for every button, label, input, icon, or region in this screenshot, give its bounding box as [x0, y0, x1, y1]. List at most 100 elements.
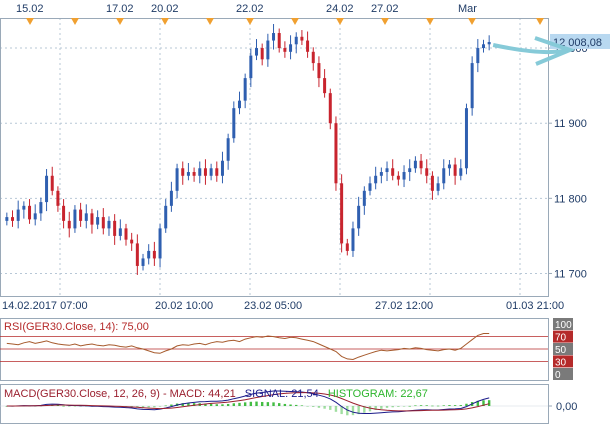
- candle-body: [402, 172, 406, 180]
- macd-histogram-bar: [385, 406, 389, 408]
- macd-histogram-bar: [380, 406, 383, 409]
- candle-body: [266, 40, 270, 60]
- candle-body: [272, 33, 276, 41]
- candle-body: [374, 175, 378, 184]
- candle-body: [62, 205, 66, 221]
- macd-histogram-bar: [249, 401, 253, 406]
- candle-body: [90, 213, 94, 225]
- macd-histogram-bar: [255, 401, 258, 406]
- candle-body: [186, 172, 190, 176]
- candle-body: [101, 217, 105, 229]
- candle-body: [164, 205, 168, 229]
- candle-body: [311, 51, 315, 64]
- macd-title-macd: MACD: 44,21: [170, 388, 236, 400]
- candle-body: [158, 228, 162, 259]
- top-date-label: Mar: [458, 3, 477, 15]
- price-tick-label: 11 800: [554, 193, 587, 205]
- macd-histogram-bar: [238, 402, 241, 406]
- candle-body: [413, 160, 417, 169]
- macd-histogram-bar: [312, 406, 315, 407]
- candle-body: [107, 220, 111, 229]
- macd-histogram-bar: [153, 406, 156, 408]
- candle-body: [220, 160, 224, 176]
- macd-title-histogram: HISTOGRAM: 22,67: [328, 388, 428, 400]
- candle-body: [470, 63, 474, 109]
- candle-body: [118, 228, 122, 236]
- macd-histogram-bar: [266, 402, 270, 406]
- price-tick-label: 11 700: [554, 268, 587, 280]
- candle-body: [419, 160, 423, 169]
- rsi-level-label: 0: [555, 370, 561, 381]
- candle-body: [243, 78, 247, 101]
- macd-histogram-bar: [289, 404, 292, 406]
- candle-body: [181, 168, 185, 176]
- candle-body: [328, 93, 332, 124]
- bottom-date-label: 23.02 05:00: [244, 300, 302, 312]
- candle-body: [357, 205, 361, 229]
- macd-histogram-bar: [317, 406, 321, 408]
- candle-body: [147, 250, 151, 259]
- macd-histogram-bar: [147, 406, 150, 408]
- candle-body: [323, 78, 327, 94]
- chart-canvas: 15.02 17.02 20.02 22.02 24.02 27.02 Mar 11 700…: [0, 0, 610, 427]
- candle-body: [152, 250, 156, 259]
- macd-histogram-bar: [164, 405, 167, 407]
- macd-histogram-bar: [170, 404, 173, 406]
- macd-histogram-bar: [351, 406, 355, 416]
- bottom-date-label: 27.02 12:00: [375, 300, 433, 312]
- candle-body: [124, 228, 128, 240]
- candle-body: [28, 205, 32, 220]
- rsi-level-label: 70: [555, 333, 567, 344]
- macd-histogram-bar: [300, 405, 304, 407]
- candle-body: [481, 44, 485, 49]
- macd-histogram-bar: [408, 405, 411, 407]
- macd-histogram-bar: [158, 406, 162, 407]
- macd-histogram-bar: [442, 405, 445, 406]
- candle-body: [192, 172, 196, 176]
- candle-body: [453, 164, 457, 176]
- top-date-label: 22.02: [236, 3, 264, 15]
- candle-body: [464, 108, 468, 169]
- macd-title-signal: SIGNAL: 21,54: [245, 388, 319, 400]
- candle-body: [362, 190, 366, 206]
- macd-histogram-bar: [73, 406, 77, 407]
- candle-body: [50, 175, 54, 191]
- candle-body: [408, 168, 412, 173]
- macd-histogram-bar: [334, 406, 338, 412]
- candle-body: [436, 183, 440, 191]
- candle-body: [135, 243, 139, 266]
- candle-body: [334, 123, 338, 184]
- macd-histogram-bar: [272, 402, 275, 406]
- candle-body: [11, 217, 15, 221]
- macd-histogram-bar: [431, 405, 434, 407]
- macd-histogram-bar: [436, 405, 440, 407]
- macd-histogram-bar: [459, 405, 462, 406]
- macd-histogram-bar: [209, 403, 213, 406]
- candle-body: [39, 202, 43, 214]
- candle-body: [300, 36, 304, 41]
- candle-body: [255, 48, 259, 56]
- candle-body: [175, 168, 179, 191]
- candle-body: [33, 213, 37, 220]
- candle-body: [351, 228, 355, 251]
- top-date-label: 27.02: [371, 3, 399, 15]
- bottom-date-label: 14.02.2017 07:00: [2, 300, 88, 312]
- macd-histogram-bar: [487, 400, 491, 406]
- candle-body: [203, 168, 207, 176]
- bottom-date-label: 20.02 10:00: [155, 300, 213, 312]
- candle-body: [22, 205, 26, 210]
- top-date-label: 15.02: [16, 3, 44, 15]
- candle-body: [84, 213, 88, 221]
- candle-body: [169, 190, 173, 206]
- macd-histogram-bar: [295, 404, 298, 406]
- candle-body: [379, 172, 383, 176]
- macd-histogram-bar: [62, 405, 65, 407]
- candle-body: [283, 48, 287, 52]
- candle-body: [289, 44, 293, 52]
- candle-body: [226, 138, 230, 161]
- macd-histogram-bar: [260, 401, 264, 406]
- macd-title: MACD(GER30.Close, 12, 26, 9) - MACD: 44,…: [4, 388, 428, 400]
- macd-histogram-bar: [402, 406, 406, 407]
- bottom-date-label: 01.03 21:00: [506, 300, 564, 312]
- macd-histogram-bar: [243, 402, 247, 406]
